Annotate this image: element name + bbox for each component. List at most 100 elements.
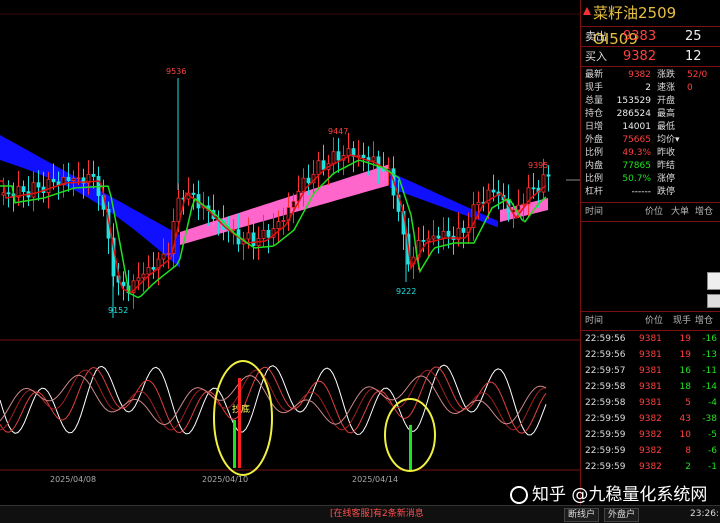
trade-row[interactable]: 22:59:58 9381 18 -14 xyxy=(581,379,720,395)
stat-label-2: 开盘 xyxy=(657,96,676,106)
bid-price: 9382 xyxy=(623,49,657,64)
candle-body xyxy=(356,154,361,157)
big-order-table-header: 时间 价位 大单 增仓 xyxy=(581,202,720,222)
stat-label: 外盘 xyxy=(585,135,604,145)
price-label-high: 9536 xyxy=(166,67,186,76)
candle-body xyxy=(446,230,451,237)
trade-row[interactable]: 22:59:59 9382 2 -1 xyxy=(581,459,720,475)
signal-bar-green xyxy=(233,420,236,468)
trades-list[interactable]: 22:59:56 9381 19 -16 22:59:56 9381 19 -13 22:59:… xyxy=(581,331,720,475)
trade-row[interactable]: 22:59:56 9381 19 -16 xyxy=(581,331,720,347)
trade-oi-change: -16 xyxy=(702,334,717,344)
stat-value: 75665 xyxy=(622,135,651,145)
broker-button[interactable]: 断线户 xyxy=(564,508,600,522)
stat-label-2: 最高 xyxy=(657,109,676,119)
candle-body xyxy=(76,177,81,180)
status-bar: [在线客服]有2条新消息 断线户 外盘户 23:26:10 xyxy=(0,505,720,523)
trade-time: 22:59:59 xyxy=(585,446,626,456)
candle-body xyxy=(6,192,11,195)
candle-body xyxy=(36,182,41,188)
stats-row: 比例 50.7% 涨停 xyxy=(581,173,720,186)
candle-body xyxy=(51,178,56,183)
stat-label: 总量 xyxy=(585,96,604,106)
trade-volume: 5 xyxy=(685,398,691,408)
ask-row[interactable]: 卖出 9383 25 xyxy=(581,27,720,46)
col-volume: 现手 xyxy=(673,316,692,326)
trade-volume: 19 xyxy=(679,350,691,360)
trade-row[interactable]: 22:59:59 9382 43 -38 xyxy=(581,411,720,427)
candle-body xyxy=(46,178,51,194)
trade-oi-change: -38 xyxy=(702,414,717,424)
trade-row[interactable]: 22:59:57 9381 16 -11 xyxy=(581,363,720,379)
trade-row[interactable]: 22:59:58 9381 5 -4 xyxy=(581,395,720,411)
trade-price: 9381 xyxy=(639,334,662,344)
up-arrow-icon xyxy=(583,7,591,15)
big-order-list[interactable] xyxy=(581,222,720,311)
watermark: 知乎 @九稳量化系统网 xyxy=(510,480,707,505)
stat-label: 持仓 xyxy=(585,109,604,119)
candle-body xyxy=(251,232,256,247)
candle-body xyxy=(491,189,496,193)
trade-volume: 8 xyxy=(685,446,691,456)
candle-body xyxy=(346,148,351,156)
stat-label: 现手 xyxy=(585,83,604,93)
trade-price: 9381 xyxy=(639,366,662,376)
popup-stub[interactable] xyxy=(707,272,720,290)
trade-time: 22:59:58 xyxy=(585,382,626,392)
price-label-low: 9152 xyxy=(108,306,128,315)
stats-table: 最新 9382 涨跌 52/0 现手 2 速涨 0 总量 153529 开盘 持仓 286524 最高 日增… xyxy=(581,69,720,199)
candle-body xyxy=(91,173,96,177)
candle-body xyxy=(436,235,441,239)
stat-label-2: 均价▾ xyxy=(657,135,680,145)
price-label-high-3: 9395 xyxy=(528,161,548,170)
stats-row: 外盘 75665 均价▾ xyxy=(581,134,720,147)
stat-label-2: 跌停 xyxy=(657,187,676,197)
trade-row[interactable]: 22:59:56 9381 19 -13 xyxy=(581,347,720,363)
candle-body xyxy=(261,229,266,239)
trade-price: 9382 xyxy=(639,430,662,440)
trade-volume: 19 xyxy=(679,334,691,344)
stats-row: 比例 49.3% 昨收 xyxy=(581,147,720,160)
stat-value: 9382 xyxy=(628,70,651,80)
col-price: 价位 xyxy=(645,207,664,217)
candle-body xyxy=(321,160,326,170)
stats-row: 现手 2 速涨 0 xyxy=(581,82,720,95)
candle-body xyxy=(336,151,341,161)
trade-volume: 16 xyxy=(679,366,691,376)
candle-body xyxy=(461,227,466,233)
trade-price: 9382 xyxy=(639,446,662,456)
candle-body xyxy=(266,229,271,238)
candle-body xyxy=(136,277,141,282)
candle-body xyxy=(441,230,446,239)
candle-body xyxy=(541,174,546,193)
bid-row[interactable]: 买入 9382 12 xyxy=(581,47,720,66)
trade-row[interactable]: 22:59:59 9382 8 -6 xyxy=(581,443,720,459)
stat-label-2: 涨停 xyxy=(657,174,676,184)
bid-volume: 12 xyxy=(685,49,702,64)
popup-stub[interactable] xyxy=(707,294,720,308)
oscillator-line xyxy=(0,369,547,431)
trades-table-header: 时间 价位 现手 增仓 xyxy=(581,311,720,331)
candle-body xyxy=(531,187,536,190)
external-account-button[interactable]: 外盘户 xyxy=(604,508,640,522)
trade-time: 22:59:59 xyxy=(585,414,626,424)
trade-time: 22:59:57 xyxy=(585,366,626,376)
divider xyxy=(581,66,720,67)
candle-body xyxy=(306,177,311,184)
signal-bar-green-2 xyxy=(409,425,412,470)
instrument-title-bar: 菜籽油2509 OI509 xyxy=(581,0,720,48)
stat-label-2: 昨结 xyxy=(657,161,676,171)
stat-label-2: 速涨 xyxy=(657,83,676,93)
candle-body xyxy=(331,151,336,165)
customer-service-message[interactable]: [在线客服]有2条新消息 xyxy=(330,506,424,523)
candle-body xyxy=(426,238,431,242)
date-label: 2025/04/10 xyxy=(202,475,248,484)
candle-body xyxy=(141,273,146,279)
trade-row[interactable]: 22:59:59 9382 10 -5 xyxy=(581,427,720,443)
candle-body xyxy=(166,252,171,255)
stat-label-2: 涨跌 xyxy=(657,70,676,80)
col-oi-change: 增仓 xyxy=(695,316,714,326)
stat-label: 最新 xyxy=(585,70,604,80)
kline-chart-svg[interactable]: 9536 9447 9395 9152 9222 抄底 2025/04/08 2… xyxy=(0,0,580,505)
kline-chart[interactable]: 9536 9447 9395 9152 9222 抄底 2025/04/08 2… xyxy=(0,0,580,505)
